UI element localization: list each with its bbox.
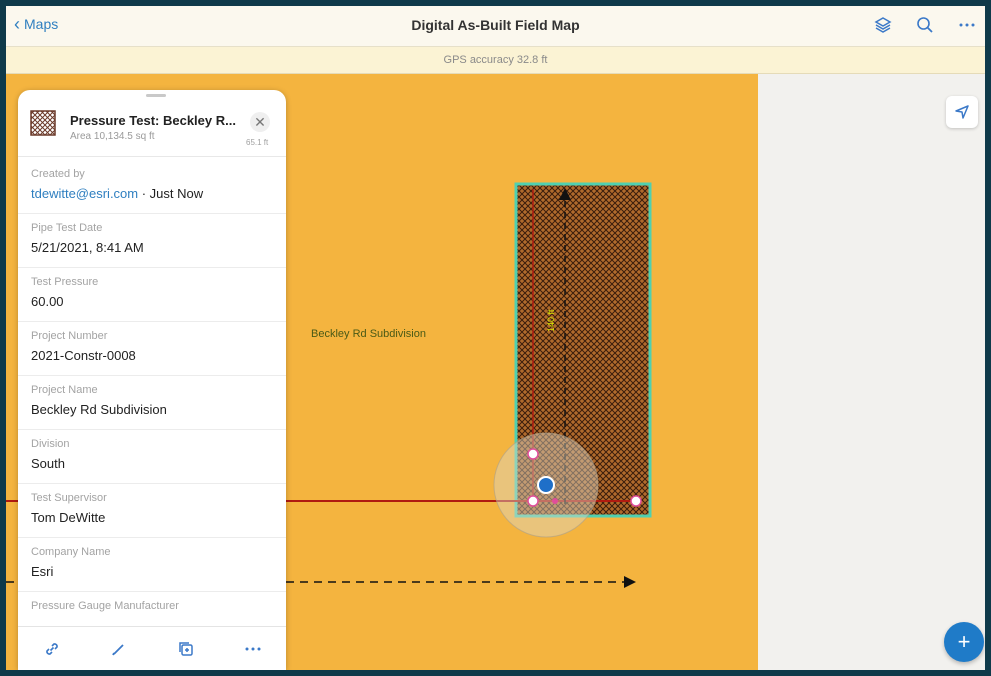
attribute-label: Project Name [31, 384, 98, 396]
vertex-handle [527, 495, 539, 507]
feature-details-panel: Pressure Test: Beckley R... Area 10,134.… [18, 90, 286, 670]
attribute-value: South [31, 456, 65, 471]
attribute-label: Company Name [31, 546, 111, 558]
more-icon[interactable] [957, 15, 977, 35]
add-feature-button[interactable]: + [944, 622, 984, 662]
panel-header: Pressure Test: Beckley R... Area 10,134.… [18, 100, 286, 157]
attribute-pipe-test-date: Pipe Test Date 5/21/2021, 8:41 AM [18, 214, 286, 268]
edit-icon[interactable] [107, 637, 131, 661]
attribute-label: Created by [31, 168, 85, 180]
attribute-value: Beckley Rd Subdivision [31, 402, 167, 417]
feature-distance: 65.1 ft [246, 138, 269, 147]
attribute-value: Esri [31, 564, 54, 579]
subdivision-label: Beckley Rd Subdivision [311, 328, 426, 340]
attribute-label: Pipe Test Date [31, 222, 103, 234]
panel-toolbar [18, 626, 286, 670]
attribute-value: 60.00 [31, 294, 64, 309]
navigation-arrow-icon [955, 105, 969, 119]
navigation-bar: ‹ Maps Digital As-Built Field Map [6, 6, 985, 47]
attribute-project-number: Project Number 2021-Constr-0008 [18, 322, 286, 376]
close-button[interactable]: ✕ [250, 112, 270, 132]
attribute-list: Created by tdewitte@esri.com · Just Now … [18, 160, 286, 646]
app-window: ‹ Maps Digital As-Built Field Map GPS ac… [6, 6, 985, 670]
attribute-test-supervisor: Test Supervisor Tom DeWitte [18, 484, 286, 538]
search-icon[interactable] [915, 15, 935, 35]
more-icon[interactable] [241, 637, 265, 661]
attribute-label: Test Pressure [31, 276, 99, 288]
attribute-label: Division [31, 438, 70, 450]
link-icon[interactable] [40, 637, 64, 661]
vertex-midpoint [552, 498, 558, 504]
attribute-created-by: Created by tdewitte@esri.com · Just Now [18, 160, 286, 214]
attribute-label: Test Supervisor [31, 492, 107, 504]
vertex-handle [630, 495, 642, 507]
attribute-label: Pressure Gauge Manufacturer [31, 600, 179, 612]
layers-icon[interactable] [873, 15, 893, 35]
feature-title: Pressure Test: Beckley R... [70, 113, 236, 128]
page-title: Digital As-Built Field Map [411, 17, 580, 33]
polygon-hatch-icon [30, 110, 56, 136]
attribute-value: Tom DeWitte [31, 510, 106, 525]
attribute-value: tdewitte@esri.com · Just Now [31, 186, 203, 201]
attribute-division: Division South [18, 430, 286, 484]
measure-label: 140 ft [546, 309, 556, 332]
top-actions [873, 15, 977, 35]
attribute-value: 2021-Constr-0008 [31, 348, 136, 363]
feature-area: Area 10,134.5 sq ft [70, 131, 155, 142]
duplicate-icon[interactable] [174, 637, 198, 661]
current-location-dot [537, 476, 555, 494]
creator-link[interactable]: tdewitte@esri.com [31, 186, 138, 201]
attribute-value: 5/21/2021, 8:41 AM [31, 240, 144, 255]
attribute-company-name: Company Name Esri [18, 538, 286, 592]
attribute-project-name: Project Name Beckley Rd Subdivision [18, 376, 286, 430]
gps-accuracy-banner: GPS accuracy 32.8 ft [6, 47, 985, 74]
locate-button[interactable] [946, 96, 978, 128]
vertex-handle [527, 448, 539, 460]
created-time: · Just Now [138, 186, 204, 201]
attribute-test-pressure: Test Pressure 60.00 [18, 268, 286, 322]
attribute-label: Project Number [31, 330, 108, 342]
panel-grabber[interactable] [146, 94, 166, 97]
